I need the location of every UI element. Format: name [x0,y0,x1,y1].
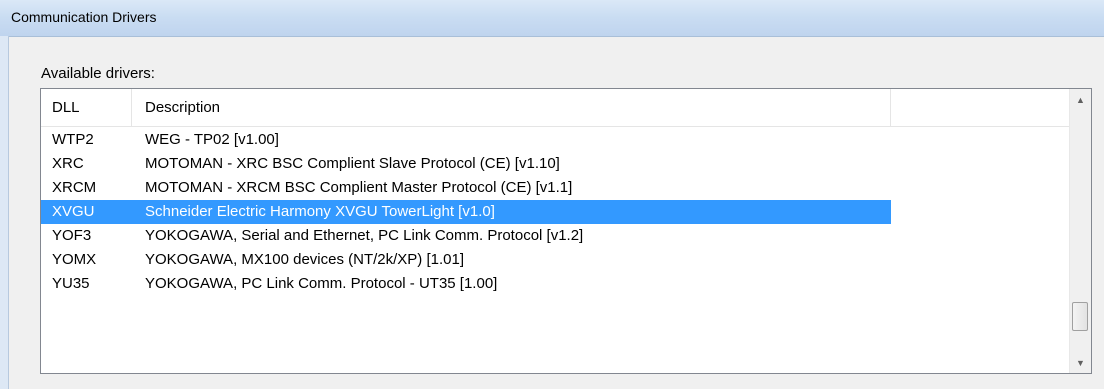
vertical-scrollbar[interactable]: ▲ ▼ [1069,89,1091,373]
table-row[interactable]: XRCM MOTOMAN - XRCM BSC Complient Master … [41,176,891,200]
table-row[interactable]: WTP2 WEG - TP02 [v1.00] [41,128,891,152]
available-drivers-label: Available drivers: [41,65,155,82]
scrollbar-thumb[interactable] [1072,301,1088,331]
list-header: DLL Description [41,89,1071,127]
window-left-border [0,36,9,389]
column-header-extra[interactable] [891,89,1071,126]
table-row[interactable]: YOF3 YOKOGAWA, Serial and Ethernet, PC Li… [41,224,891,248]
column-header-dll[interactable]: DLL [41,89,132,126]
row-dll-cell: YOMX [52,251,97,268]
communication-drivers-window: Communication Drivers Available drivers:… [0,0,1104,389]
table-row[interactable]: XRC MOTOMAN - XRC BSC Complient Slave Pro… [41,152,891,176]
row-description-cell: YOKOGAWA, MX100 devices (NT/2k/XP) [1.01… [145,251,464,268]
column-header-description[interactable]: Description [132,89,891,126]
row-description-cell: MOTOMAN - XRCM BSC Complient Master Prot… [145,179,573,196]
table-row[interactable]: YOMX YOKOGAWA, MX100 devices (NT/2k/XP) [… [41,248,891,272]
scroll-down-arrow-icon[interactable]: ▼ [1070,352,1091,373]
row-description-cell: WEG - TP02 [v1.00] [145,131,279,148]
drivers-list[interactable]: DLL Description WTP2 WEG - TP02 [v1.00] XR… [40,88,1092,374]
row-dll-cell: YOF3 [52,227,92,244]
scroll-up-arrow-icon[interactable]: ▲ [1070,89,1091,110]
row-dll-cell: YU35 [52,275,90,292]
row-dll-cell: XRCM [52,179,97,196]
row-dll-cell: XVGU [52,203,95,220]
table-row[interactable]: XVGU Schneider Electric Harmony XVGU Towe… [41,200,891,224]
row-dll-cell: WTP2 [52,131,94,148]
row-description-cell: MOTOMAN - XRC BSC Complient Slave Protoc… [145,155,560,172]
table-row[interactable]: YU35 YOKOGAWA, PC Link Comm. Protocol - U… [41,272,891,296]
row-description-cell: Schneider Electric Harmony XVGU TowerLig… [145,203,495,220]
window-title: Communication Drivers [11,9,157,25]
title-bar[interactable]: Communication Drivers [0,0,1104,37]
row-dll-cell: XRC [52,155,84,172]
row-description-cell: YOKOGAWA, PC Link Comm. Protocol - UT35 … [145,275,498,292]
row-description-cell: YOKOGAWA, Serial and Ethernet, PC Link C… [145,227,584,244]
